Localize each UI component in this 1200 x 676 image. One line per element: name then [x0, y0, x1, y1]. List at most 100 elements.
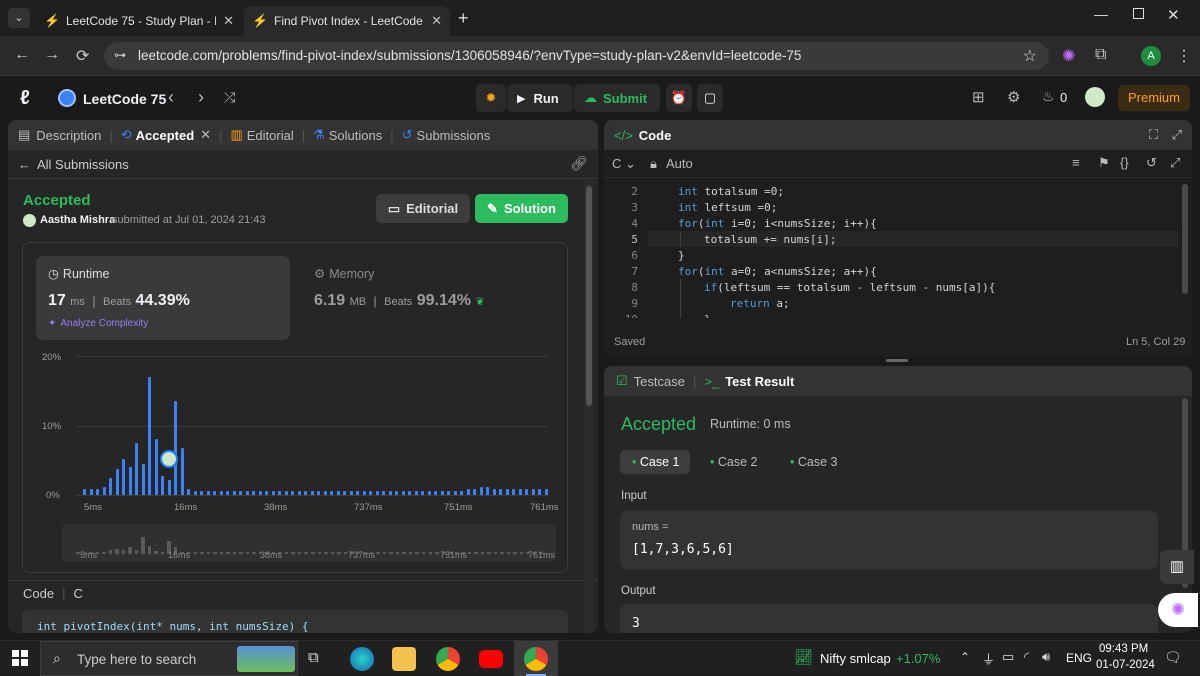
chart-bar[interactable] — [245, 490, 249, 495]
chart-bar[interactable] — [505, 489, 509, 495]
layout-grid-icon[interactable]: ⊞ — [972, 88, 985, 106]
tab-editorial[interactable]: Editorial — [247, 128, 294, 143]
next-problem-icon[interactable]: › — [198, 87, 204, 108]
submitter-name[interactable]: Aastha Mishra — [40, 214, 115, 226]
your-submission-marker[interactable] — [159, 450, 178, 468]
user-avatar[interactable] — [1085, 87, 1105, 107]
restore-icon[interactable] — [1133, 8, 1144, 19]
battery-icon[interactable]: ▭ — [1002, 649, 1014, 665]
chart-bar[interactable] — [356, 490, 359, 495]
minimize-icon[interactable]: — — [1094, 6, 1108, 22]
chart-bar[interactable] — [414, 490, 418, 495]
chart-bar[interactable] — [447, 490, 450, 495]
chart-bar[interactable] — [453, 490, 457, 495]
browser-tab-pivot-index[interactable]: ⚡ Find Pivot Index - LeetCode ✕ — [244, 6, 450, 36]
back-arrow-icon[interactable]: ← — [14, 46, 30, 64]
tray-chevron-icon[interactable]: ⌃ — [960, 650, 970, 664]
chart-bar[interactable] — [193, 490, 197, 495]
chart-bar[interactable] — [200, 490, 203, 495]
chart-bar[interactable] — [180, 447, 184, 495]
memory-label[interactable]: ⚙ Memory — [314, 266, 374, 281]
format-icon[interactable]: ≡ — [1072, 155, 1080, 170]
clock-time[interactable]: 09:43 PM — [1099, 643, 1148, 655]
chart-bar[interactable] — [141, 463, 145, 495]
chart-bar[interactable] — [252, 490, 255, 495]
chart-bar[interactable] — [343, 490, 346, 495]
chrome-icon[interactable] — [436, 647, 460, 671]
chart-bar[interactable] — [375, 490, 379, 495]
youtube-icon[interactable] — [479, 650, 503, 668]
tab-accepted[interactable]: Accepted — [136, 128, 195, 143]
chart-bar[interactable] — [284, 490, 288, 495]
chart-bar[interactable] — [265, 490, 268, 495]
tab-solutions[interactable]: Solutions — [329, 128, 382, 143]
leetcode-logo[interactable]: ℓ — [20, 87, 30, 110]
chart-bar[interactable] — [473, 488, 476, 495]
browser-menu-icon[interactable]: ⋮ — [1176, 46, 1192, 66]
chart-bar[interactable] — [330, 490, 333, 495]
chart-bar[interactable] — [102, 486, 106, 495]
side-extension-brain-button[interactable]: ✺ — [1158, 593, 1198, 627]
panel-scrollbar[interactable] — [584, 180, 594, 633]
chart-bar[interactable] — [460, 490, 463, 495]
fullscreen-icon[interactable]: ⤢ — [1170, 155, 1180, 171]
extension-brain-icon[interactable]: ✺ — [1062, 46, 1075, 66]
chart-bar[interactable] — [427, 490, 431, 495]
chart-bar[interactable] — [479, 486, 483, 495]
chart-bar[interactable] — [161, 475, 164, 495]
editor-scrollbar[interactable] — [1180, 180, 1190, 320]
chart-bar[interactable] — [206, 490, 210, 495]
input-language[interactable]: ENG — [1066, 651, 1092, 665]
chart-bar[interactable] — [349, 490, 353, 495]
close-tab-icon[interactable]: ✕ — [431, 13, 442, 29]
chart-bar[interactable] — [291, 490, 294, 495]
chart-bar[interactable] — [187, 489, 190, 495]
extensions-puzzle-icon[interactable]: ⧉ — [1095, 46, 1106, 64]
scrollbar-thumb[interactable] — [1182, 184, 1188, 294]
prev-problem-icon[interactable]: ‹ — [168, 87, 174, 108]
chart-bar[interactable] — [154, 439, 158, 495]
side-notes-button[interactable]: ▥ — [1160, 550, 1194, 584]
active-chrome-app[interactable] — [514, 641, 558, 676]
chart-bar[interactable] — [531, 489, 535, 495]
premium-button[interactable]: Premium — [1118, 85, 1190, 111]
analyze-complexity-link[interactable]: ✦ Analyze Complexity — [48, 318, 148, 329]
bookmark-icon[interactable]: ⚑ — [1098, 155, 1110, 171]
chart-bar[interactable] — [278, 490, 281, 495]
chart-bar[interactable] — [89, 489, 93, 495]
notification-icon[interactable]: 🗨︎ — [1164, 649, 1182, 666]
chart-bar[interactable] — [401, 490, 405, 495]
auto-mode[interactable]: Auto — [666, 156, 693, 171]
chart-bar[interactable] — [492, 488, 496, 495]
close-window-icon[interactable]: ✕ — [1167, 6, 1180, 24]
chart-bar[interactable] — [525, 488, 528, 495]
reset-icon[interactable]: ↺ — [1146, 155, 1157, 171]
chart-bar[interactable] — [421, 490, 424, 495]
chart-bar[interactable] — [408, 490, 411, 495]
chart-bar[interactable] — [512, 489, 515, 495]
submit-button[interactable]: ☁ Submit — [574, 84, 660, 112]
chart-bar[interactable] — [96, 489, 99, 495]
chart-bar[interactable] — [109, 477, 112, 495]
reload-icon[interactable]: ⟳ — [76, 46, 89, 66]
close-tab-icon[interactable]: ✕ — [223, 13, 234, 29]
tab-description[interactable]: Description — [36, 128, 101, 143]
chart-bar[interactable] — [388, 490, 392, 495]
volume-icon[interactable]: 🔊︎ — [1042, 649, 1050, 665]
chart-bar[interactable] — [232, 490, 236, 495]
chart-bar[interactable] — [135, 442, 138, 495]
taskbar-search-box[interactable]: ⌕ Type here to search — [40, 641, 298, 676]
editorial-button[interactable]: ▭ Editorial — [376, 194, 470, 223]
usb-icon[interactable]: ⏚ — [982, 649, 995, 668]
study-plan-title[interactable]: LeetCode 75 — [83, 91, 166, 107]
chart-bar[interactable] — [486, 486, 489, 495]
chart-bar[interactable] — [115, 469, 119, 495]
solution-button[interactable]: ✎ Solution — [475, 194, 568, 223]
chart-bar[interactable] — [382, 490, 385, 495]
chart-bar[interactable] — [499, 489, 502, 495]
chart-bar[interactable] — [148, 376, 151, 495]
tab-test-result[interactable]: Test Result — [725, 374, 794, 389]
chart-bar[interactable] — [395, 490, 398, 495]
chart-bar[interactable] — [174, 401, 177, 495]
case-3-tab[interactable]: • Case 3 — [790, 455, 837, 469]
